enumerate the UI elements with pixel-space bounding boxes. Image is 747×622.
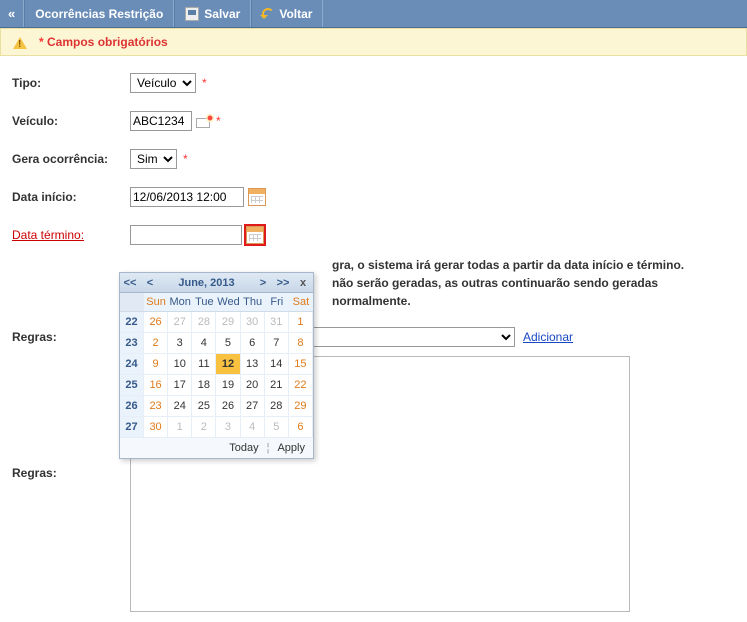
datepicker-popup: << < June, 2013 > >> x SunMonTueWedThuFr… (119, 272, 314, 459)
collapse-button[interactable]: « (0, 0, 24, 27)
dp-day[interactable]: 23 (144, 396, 168, 417)
dp-day[interactable]: 9 (144, 354, 168, 375)
dp-dow: Wed (216, 293, 240, 311)
dp-day[interactable]: 19 (216, 375, 240, 396)
dp-day[interactable]: 24 (168, 396, 192, 417)
dp-prev-year[interactable]: << (120, 277, 140, 289)
dp-day[interactable]: 8 (289, 333, 313, 354)
dp-dow: Fri (265, 293, 289, 311)
veiculo-label: Veículo: (12, 114, 130, 128)
dp-day[interactable]: 2 (192, 417, 216, 438)
dp-day[interactable]: 31 (265, 312, 289, 333)
dp-day[interactable]: 12 (216, 354, 240, 375)
dp-week-number: 22 (120, 312, 144, 333)
regras-label: Regras: (12, 330, 130, 344)
dp-week-number: 25 (120, 375, 144, 396)
dp-dow-row: SunMonTueWedThuFriSat (120, 293, 313, 312)
chevrons-left-icon: « (8, 6, 15, 21)
warning-icon (13, 30, 27, 49)
back-button[interactable]: Voltar (251, 0, 323, 27)
dp-title[interactable]: June, 2013 (160, 277, 253, 289)
dp-day[interactable]: 30 (241, 312, 265, 333)
dp-day[interactable]: 17 (168, 375, 192, 396)
dp-day[interactable]: 28 (265, 396, 289, 417)
dp-week-number: 27 (120, 417, 144, 438)
dp-week-number: 23 (120, 333, 144, 354)
dp-day[interactable]: 14 (265, 354, 289, 375)
dp-day[interactable]: 13 (241, 354, 265, 375)
regras-label-2: Regras: (12, 466, 57, 480)
required-marker: * (183, 152, 188, 166)
save-icon (185, 7, 199, 21)
dp-day[interactable]: 30 (144, 417, 168, 438)
dp-day[interactable]: 28 (192, 312, 216, 333)
dp-day[interactable]: 21 (265, 375, 289, 396)
page-title: Ocorrências Restrição (24, 0, 174, 27)
dp-grid: 2226272829303112323456782491011121314152… (120, 312, 313, 438)
tipo-label: Tipo: (12, 76, 130, 90)
required-marker: * (202, 76, 207, 90)
dp-day[interactable]: 26 (216, 396, 240, 417)
dp-apply-button[interactable]: Apply (275, 442, 307, 454)
save-button[interactable]: Salvar (174, 0, 251, 27)
dp-close[interactable]: x (293, 277, 313, 289)
hint-text: gra, o sistema irá gerar todas a partir … (332, 256, 735, 310)
dp-week-number: 24 (120, 354, 144, 375)
dp-day[interactable]: 20 (241, 375, 265, 396)
data-inicio-input[interactable] (130, 187, 244, 207)
dp-day[interactable]: 10 (168, 354, 192, 375)
gera-ocorrencia-select[interactable]: Sim (130, 149, 177, 169)
dp-day[interactable]: 7 (265, 333, 289, 354)
dp-day[interactable]: 2 (144, 333, 168, 354)
calendar-icon[interactable] (246, 226, 264, 244)
back-icon (262, 8, 274, 20)
form: Tipo: Veículo * Veículo: * Gera ocorrênc… (0, 56, 747, 622)
dp-dow: Sun (144, 293, 168, 311)
dp-day[interactable]: 4 (192, 333, 216, 354)
dp-day[interactable]: 6 (241, 333, 265, 354)
dp-day[interactable]: 1 (168, 417, 192, 438)
dp-day[interactable]: 27 (168, 312, 192, 333)
dp-dow: Tue (192, 293, 216, 311)
data-termino-label: Data término: (12, 228, 130, 242)
dp-day[interactable]: 18 (192, 375, 216, 396)
dp-day[interactable]: 22 (289, 375, 313, 396)
dp-day[interactable]: 29 (289, 396, 313, 417)
data-inicio-label: Data início: (12, 190, 130, 204)
dp-week-number: 26 (120, 396, 144, 417)
dp-day[interactable]: 15 (289, 354, 313, 375)
required-fields-notice: * Campos obrigatórios (0, 28, 747, 56)
header-bar: « Ocorrências Restrição Salvar Voltar (0, 0, 747, 28)
dp-day[interactable]: 1 (289, 312, 313, 333)
veiculo-input[interactable] (130, 111, 192, 131)
dp-prev-month[interactable]: < (140, 277, 160, 289)
dp-day[interactable]: 3 (216, 417, 240, 438)
calendar-icon[interactable] (248, 188, 266, 206)
dp-dow: Mon (168, 293, 192, 311)
dp-day[interactable]: 4 (241, 417, 265, 438)
dp-day[interactable]: 16 (144, 375, 168, 396)
dp-day[interactable]: 11 (192, 354, 216, 375)
dp-next-month[interactable]: > (253, 277, 273, 289)
dp-day[interactable]: 25 (192, 396, 216, 417)
dp-day[interactable]: 29 (216, 312, 240, 333)
dp-dow: Thu (241, 293, 265, 311)
dp-week-col-head (120, 293, 144, 311)
required-marker: * (216, 114, 221, 128)
adicionar-link[interactable]: Adicionar (523, 330, 573, 344)
dp-day[interactable]: 5 (265, 417, 289, 438)
dp-day[interactable]: 6 (289, 417, 313, 438)
dp-day[interactable]: 5 (216, 333, 240, 354)
gera-ocorrencia-label: Gera ocorrência: (12, 152, 130, 166)
dp-next-year[interactable]: >> (273, 277, 293, 289)
dp-day[interactable]: 27 (241, 396, 265, 417)
tipo-select[interactable]: Veículo (130, 73, 196, 93)
dp-day[interactable]: 3 (168, 333, 192, 354)
dp-dow: Sat (289, 293, 313, 311)
veiculo-picker-icon[interactable] (196, 118, 210, 128)
dp-day[interactable]: 26 (144, 312, 168, 333)
data-termino-input[interactable] (130, 225, 242, 245)
dp-today-button[interactable]: Today (227, 442, 260, 454)
